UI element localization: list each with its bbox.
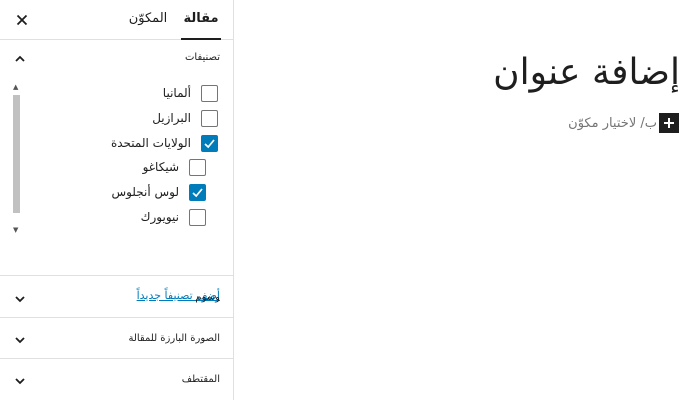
chevron-up-icon	[15, 55, 25, 62]
block-prompt-prefix: ب	[644, 116, 657, 131]
category-checkbox[interactable]	[189, 208, 206, 226]
category-checkbox[interactable]	[201, 84, 218, 102]
category-checkbox[interactable]	[201, 109, 218, 127]
excerpt-panel: المقتطف	[0, 359, 233, 400]
scroll-down-arrow-icon[interactable]: ▼	[13, 226, 18, 234]
chevron-down-icon	[15, 378, 25, 385]
plus-icon	[664, 118, 674, 128]
category-item[interactable]: نيويورك	[141, 207, 206, 227]
featured-image-panel-title: الصورة البارزة للمقالة	[128, 333, 220, 344]
category-label: البرازيل	[152, 111, 191, 125]
category-checkbox[interactable]	[189, 158, 206, 176]
tab-post[interactable]: مقالة	[181, 0, 221, 40]
category-item[interactable]: ألمانيا	[163, 83, 218, 103]
checkmark-icon	[204, 138, 215, 148]
categories-panel-header[interactable]: تصنيفات	[0, 40, 233, 78]
excerpt-panel-title: المقتطف	[181, 374, 220, 385]
category-checkbox[interactable]	[201, 134, 218, 152]
excerpt-panel-header[interactable]: المقتطف	[0, 359, 233, 400]
category-label: نيويورك	[140, 210, 179, 224]
category-checkbox[interactable]	[189, 183, 206, 201]
block-appender-placeholder[interactable]: ب/ لاختيار مكوّن	[568, 116, 657, 131]
chevron-down-icon	[15, 337, 25, 344]
chevron-down-icon	[15, 296, 25, 303]
settings-sidebar: مقالة المكوّن تصنيفات ▲ ▼ ألمانيا البرازي…	[0, 0, 234, 400]
tags-panel-header[interactable]: وسوم	[0, 277, 233, 318]
checkmark-icon	[192, 187, 203, 197]
tags-panel-title: وسوم	[195, 292, 220, 303]
close-icon	[16, 14, 28, 26]
category-label: شيكاغو	[142, 160, 179, 174]
categories-scrollbar[interactable]: ▲ ▼	[12, 83, 20, 234]
tags-panel: وسوم	[0, 277, 233, 318]
featured-image-panel: الصورة البارزة للمقالة	[0, 318, 233, 359]
category-item[interactable]: شيكاغو	[143, 157, 206, 177]
tab-block[interactable]: المكوّن	[128, 0, 168, 40]
post-title-field[interactable]: إضافة عنوان	[493, 52, 680, 93]
block-inserter-button[interactable]	[659, 113, 679, 133]
categories-panel-title: تصنيفات	[184, 52, 220, 63]
category-item[interactable]: البرازيل	[152, 108, 218, 128]
category-label: الولايات المتحدة	[110, 136, 191, 150]
category-label: لوس أنجلوس	[111, 185, 179, 199]
category-item[interactable]: لوس أنجلوس	[111, 182, 206, 202]
category-item[interactable]: الولايات المتحدة	[111, 133, 218, 153]
close-sidebar-button[interactable]	[13, 11, 31, 29]
categories-panel: تصنيفات ▲ ▼ ألمانيا البرازيل الولايات المت…	[0, 40, 233, 302]
scroll-up-arrow-icon[interactable]: ▲	[13, 83, 18, 91]
sidebar-tabs: مقالة المكوّن	[0, 0, 233, 40]
block-prompt-text: / لاختيار مكوّن	[568, 116, 645, 131]
featured-image-panel-header[interactable]: الصورة البارزة للمقالة	[0, 318, 233, 359]
category-label: ألمانيا	[162, 86, 191, 100]
scroll-thumb[interactable]	[13, 95, 20, 213]
